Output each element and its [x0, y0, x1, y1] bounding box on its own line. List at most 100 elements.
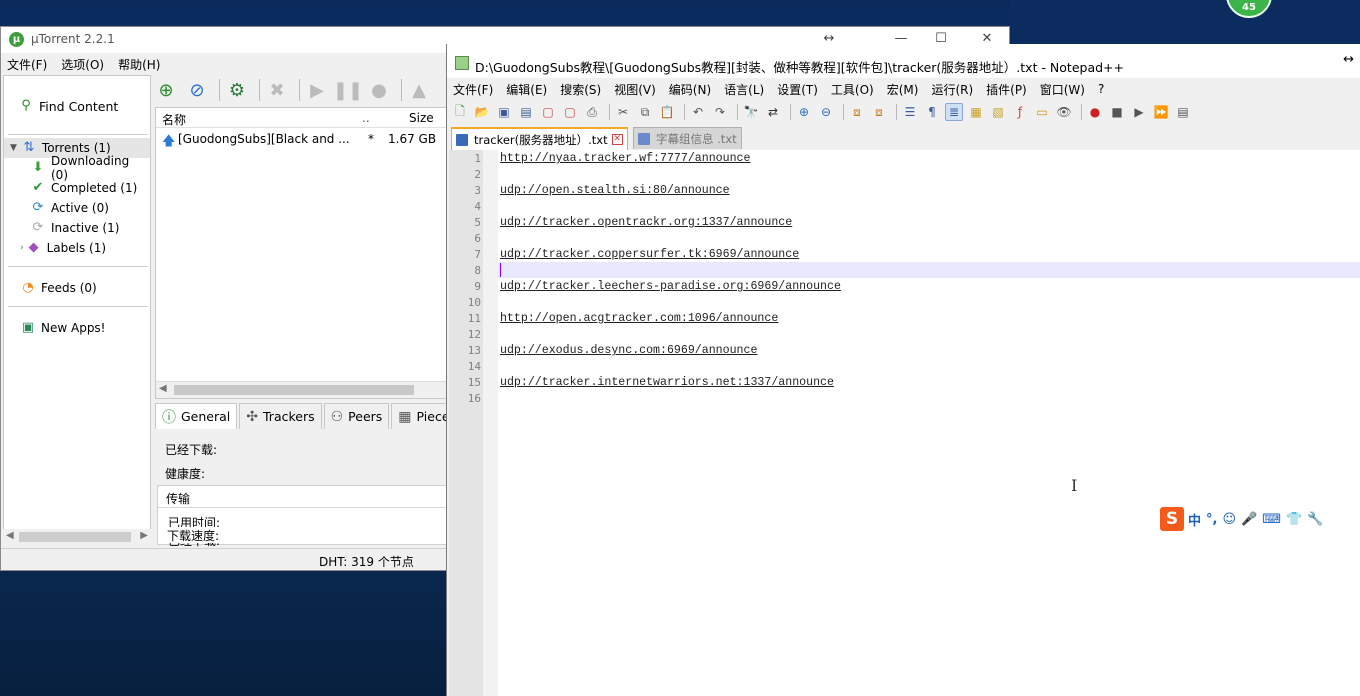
save-all-icon[interactable]: ▤ — [517, 103, 535, 121]
menu-encoding[interactable]: 编码(N) — [669, 81, 711, 98]
code-line[interactable]: udp://tracker.internetwarriors.net:1337/… — [500, 376, 834, 389]
resize-icon[interactable]: ↔ — [1343, 52, 1354, 67]
start-icon[interactable]: ▶ — [304, 77, 330, 103]
code-line[interactable]: udp://tracker.leechers-paradise.org:6969… — [500, 280, 841, 293]
tab-peers[interactable]: ⚇ Peers — [323, 403, 390, 429]
sidebar-item-new-apps[interactable]: ▣ New Apps! — [4, 318, 150, 338]
menu-language[interactable]: 语言(L) — [724, 81, 764, 98]
sync-horizontal-icon[interactable]: ⧈ — [870, 103, 888, 121]
sync-vertical-icon[interactable]: ⧈ — [848, 103, 866, 121]
save-icon[interactable]: ▣ — [495, 103, 513, 121]
menu-tools[interactable]: 工具(O) — [831, 81, 874, 98]
sidebar-item-active[interactable]: ⟳ Active (0) — [4, 198, 150, 218]
menu-settings[interactable]: 设置(T) — [777, 81, 818, 98]
zoom-in-icon[interactable]: ⊕ — [795, 103, 813, 121]
menu-macro[interactable]: 宏(M) — [887, 81, 919, 98]
emoji-icon[interactable]: ☺ — [1222, 512, 1236, 527]
tab-general[interactable]: ⓘ General — [155, 403, 238, 429]
skin-icon[interactable]: 👕 — [1286, 512, 1302, 527]
menu-plugins[interactable]: 插件(P) — [986, 81, 1027, 98]
code-line[interactable]: http://nyaa.tracker.wf:7777/announce — [500, 152, 750, 165]
doc-map-icon[interactable]: ▧ — [989, 103, 1007, 121]
folder-workspace-icon[interactable]: ▭ — [1033, 103, 1051, 121]
code-line[interactable]: http://open.acgtracker.com:1096/announce — [500, 312, 778, 325]
save-macro-icon[interactable]: ▤ — [1174, 103, 1192, 121]
sidebar-item-inactive[interactable]: ⟳ Inactive (1) — [4, 218, 150, 238]
col-extra-header[interactable]: .. — [362, 111, 370, 125]
indent-guide-icon[interactable]: ≣ — [945, 103, 963, 121]
ime-lang-toggle[interactable]: 中 — [1188, 510, 1201, 529]
collapse-arrow-icon[interactable]: ▼ — [10, 143, 17, 153]
close-file-icon[interactable]: ▢ — [539, 103, 557, 121]
tab-subtitle-info-file[interactable]: 字幕组信息 .txt — [633, 127, 742, 149]
menu-view[interactable]: 视图(V) — [614, 81, 656, 98]
stop-macro-icon[interactable]: ■ — [1108, 103, 1126, 121]
play-macro-icon[interactable]: ▶ — [1130, 103, 1148, 121]
show-all-chars-icon[interactable]: ¶ — [923, 103, 941, 121]
run-macro-multiple-icon[interactable]: ⏩ — [1152, 103, 1170, 121]
monitoring-icon[interactable]: 👁 — [1055, 103, 1073, 121]
copy-icon[interactable]: ⧉ — [636, 103, 654, 121]
sidebar-hscrollbar[interactable]: ◀ ▶ — [3, 529, 151, 545]
paste-icon[interactable]: 📋 — [658, 103, 676, 121]
notepad-titlebar[interactable]: D:\GuodongSubs教程\[GuodongSubs教程][封装、做种等教… — [447, 44, 1360, 78]
create-torrent-icon[interactable]: ⚙ — [224, 77, 250, 103]
code-line[interactable]: udp://tracker.opentrackr.org:1337/announ… — [500, 216, 792, 229]
stop-icon[interactable]: ● — [366, 77, 392, 103]
add-torrent-icon[interactable]: ⊕ — [153, 77, 179, 103]
add-url-icon[interactable]: ⊘ — [184, 77, 210, 103]
text-editor[interactable]: 1 http://nyaa.tracker.wf:7777/announce 2 3 u… — [449, 150, 1360, 696]
find-icon[interactable]: 🔭 — [742, 103, 760, 121]
code-line[interactable]: udp://tracker.coppersurfer.tk:6969/annou… — [500, 248, 799, 261]
list-hscrollbar[interactable]: ◀ — [156, 381, 446, 398]
scroll-right-icon[interactable]: ▶ — [140, 530, 148, 541]
replace-icon[interactable]: ⇄ — [764, 103, 782, 121]
sidebar-item-completed[interactable]: ✔ Completed (1) — [4, 178, 150, 198]
close-all-icon[interactable]: ▢ — [561, 103, 579, 121]
code-line[interactable]: udp://exodus.desync.com:6969/announce — [500, 344, 757, 357]
ime-punct-toggle[interactable]: °, — [1206, 512, 1217, 527]
tab-tracker-file[interactable]: tracker(服务器地址）.txt ✕ — [451, 127, 628, 150]
menu-file[interactable]: 文件(F) — [7, 56, 47, 73]
new-file-icon[interactable]: 🗋 — [451, 103, 469, 121]
sogou-logo-icon[interactable]: S — [1160, 507, 1184, 531]
table-row[interactable]: 🡅 [GuodongSubs][Black and ... * 1.67 GB — [156, 130, 446, 150]
open-file-icon[interactable]: 📂 — [473, 103, 491, 121]
menu-help[interactable]: ? — [1098, 82, 1104, 96]
close-tab-icon[interactable]: ✕ — [611, 134, 623, 145]
remove-icon[interactable]: ✖ — [264, 77, 290, 103]
keyboard-icon[interactable]: ⌨ — [1262, 512, 1281, 527]
menu-window[interactable]: 窗口(W) — [1040, 81, 1085, 98]
sidebar-item-find-content[interactable]: ⚲ Find Content — [18, 96, 148, 116]
menu-edit[interactable]: 编辑(E) — [506, 81, 547, 98]
pause-icon[interactable]: ❚❚ — [333, 77, 363, 103]
col-name-header[interactable]: 名称 — [162, 111, 186, 128]
zoom-out-icon[interactable]: ⊖ — [817, 103, 835, 121]
menu-run[interactable]: 运行(R) — [931, 81, 973, 98]
menu-options[interactable]: 选项(O) — [61, 56, 104, 73]
scroll-thumb[interactable] — [174, 385, 414, 395]
scroll-left-icon[interactable]: ◀ — [6, 530, 14, 541]
sidebar-item-labels[interactable]: › ◆ Labels (1) — [4, 238, 150, 258]
expand-arrow-icon[interactable]: › — [20, 243, 24, 253]
menu-file[interactable]: 文件(F) — [453, 81, 493, 98]
sidebar-item-feeds[interactable]: ◔ Feeds (0) — [4, 278, 150, 298]
cut-icon[interactable]: ✂ — [614, 103, 632, 121]
tab-trackers[interactable]: ✣ Trackers — [239, 403, 322, 429]
udl-icon[interactable]: ▦ — [967, 103, 985, 121]
print-icon[interactable]: ⎙ — [583, 103, 601, 121]
word-wrap-icon[interactable]: ☰ — [901, 103, 919, 121]
menu-search[interactable]: 搜索(S) — [560, 81, 601, 98]
tools-icon[interactable]: 🔧 — [1307, 512, 1323, 527]
scroll-thumb[interactable] — [19, 532, 131, 542]
function-list-icon[interactable]: ƒ — [1011, 103, 1029, 121]
sidebar-item-downloading[interactable]: ⬇ Downloading (0) — [4, 154, 150, 182]
code-line[interactable]: udp://open.stealth.si:80/announce — [500, 184, 730, 197]
menu-help[interactable]: 帮助(H) — [118, 56, 160, 73]
record-macro-icon[interactable]: ● — [1086, 103, 1104, 121]
redo-icon[interactable]: ↷ — [711, 103, 729, 121]
voice-icon[interactable]: 🎤 — [1241, 512, 1257, 527]
col-size-header[interactable]: Size — [409, 111, 434, 125]
move-up-icon[interactable]: ▲ — [406, 77, 432, 103]
undo-icon[interactable]: ↶ — [689, 103, 707, 121]
